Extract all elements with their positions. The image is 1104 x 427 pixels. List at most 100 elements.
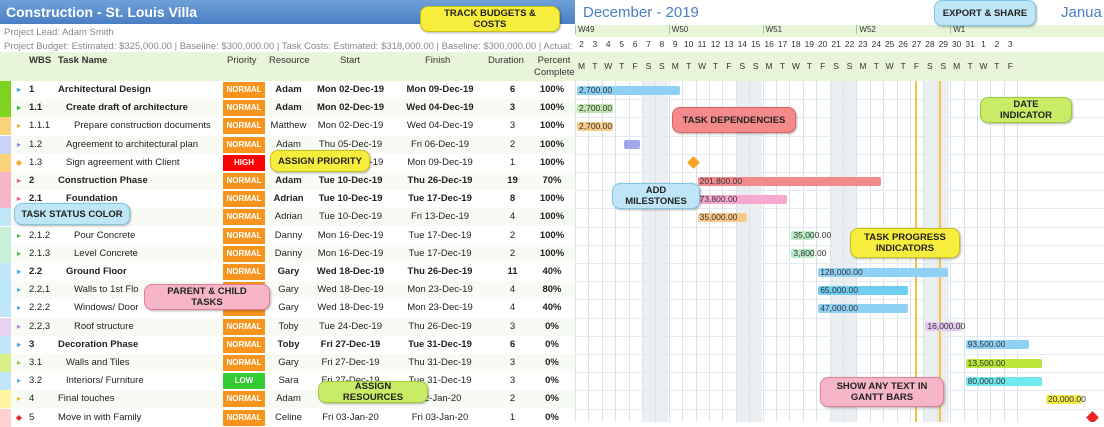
- task-row[interactable]: ▸ 3.1 Walls and Tiles NORMAL Gary Fri 27-Dec-…: [0, 354, 575, 372]
- task-row[interactable]: ▸ 2 Construction Phase NORMAL Adam Tue 10-Dec…: [0, 172, 575, 190]
- resource-cell[interactable]: Gary: [266, 263, 311, 281]
- priority-badge[interactable]: NORMAL: [223, 245, 265, 262]
- priority-badge[interactable]: NORMAL: [223, 82, 265, 98]
- start-date-cell[interactable]: Mon 16-Dec-19: [313, 245, 388, 263]
- start-date-cell[interactable]: Mon 02-Dec-19: [313, 81, 388, 99]
- start-date-cell[interactable]: Fri 27-Dec-19: [313, 336, 388, 354]
- percent-cell[interactable]: 0%: [530, 336, 574, 354]
- start-date-cell[interactable]: Wed 18-Dec-19: [313, 263, 388, 281]
- percent-cell[interactable]: 100%: [530, 208, 574, 226]
- percent-cell[interactable]: 100%: [530, 81, 574, 99]
- task-name-cell[interactable]: Move in with Family: [58, 409, 222, 427]
- task-name-cell[interactable]: Decoration Phase: [58, 336, 222, 354]
- resource-cell[interactable]: Sara: [266, 372, 311, 390]
- priority-badge[interactable]: NORMAL: [223, 391, 265, 408]
- start-date-cell[interactable]: Fri 27-Dec-19: [313, 354, 388, 372]
- duration-cell[interactable]: 19: [495, 172, 530, 190]
- finish-date-cell[interactable]: Mon 23-Dec-19: [395, 281, 485, 299]
- percent-cell[interactable]: 100%: [530, 245, 574, 263]
- resource-cell[interactable]: Danny: [266, 227, 311, 245]
- resource-cell[interactable]: Toby: [266, 318, 311, 336]
- task-name-cell[interactable]: Sign agreement with Client: [58, 154, 222, 172]
- task-row[interactable]: ▸ 1 Architectural Design NORMAL Adam Mon 02-D…: [0, 81, 575, 99]
- duration-cell[interactable]: 3: [495, 117, 530, 135]
- duration-cell[interactable]: 3: [495, 372, 530, 390]
- task-row[interactable]: ▸ 2.2 Ground Floor NORMAL Gary Wed 18-Dec-19 T…: [0, 263, 575, 281]
- task-row[interactable]: ▸2.2.1Walls to 1st FloNORMALGaryWed 18-D…: [0, 281, 575, 300]
- duration-cell[interactable]: 3: [495, 354, 530, 372]
- task-row[interactable]: ▸ 3 Decoration Phase NORMAL Toby Fri 27-Dec-1…: [0, 335, 575, 354]
- priority-badge[interactable]: LOW: [223, 373, 265, 390]
- resource-cell[interactable]: Gary: [266, 299, 311, 317]
- task-row[interactable]: ▸ 2.2.3 Roof structure NORMAL Toby Tue 24-Dec…: [0, 317, 575, 336]
- task-name-cell[interactable]: Interiors/ Furniture: [58, 372, 222, 390]
- task-name-cell[interactable]: Architectural Design: [58, 81, 222, 99]
- duration-cell[interactable]: 3: [495, 318, 530, 336]
- priority-badge[interactable]: NORMAL: [223, 191, 265, 208]
- resource-cell[interactable]: Matthew: [266, 117, 311, 135]
- duration-cell[interactable]: 6: [495, 81, 530, 99]
- percent-cell[interactable]: 100%: [530, 136, 574, 154]
- finish-date-cell[interactable]: Tue 17-Dec-19: [395, 190, 485, 208]
- expand-toggle-icon[interactable]: ▸: [14, 390, 24, 408]
- gantt-bar[interactable]: [623, 140, 640, 150]
- task-row[interactable]: ◆ 5 Move in with Family NORMAL Celine Fri 03-…: [0, 408, 575, 427]
- expand-toggle-icon[interactable]: ▸: [14, 245, 24, 263]
- expand-toggle-icon[interactable]: ▸: [14, 336, 24, 354]
- task-name-cell[interactable]: Prepare construction documents: [58, 117, 222, 135]
- expand-toggle-icon[interactable]: ▸: [14, 354, 24, 372]
- start-date-cell[interactable]: Mon 16-Dec-19: [313, 227, 388, 245]
- percent-cell[interactable]: 70%: [530, 172, 574, 190]
- duration-cell[interactable]: 4: [495, 208, 530, 226]
- start-date-cell[interactable]: Wed 18-Dec-19: [313, 281, 388, 299]
- resource-cell[interactable]: Adam: [266, 172, 311, 190]
- finish-date-cell[interactable]: Fri 13-Dec-19: [395, 208, 485, 226]
- resource-cell[interactable]: Adam: [266, 81, 311, 99]
- priority-badge[interactable]: NORMAL: [223, 355, 265, 371]
- task-name-cell[interactable]: Pour Concrete: [58, 227, 222, 245]
- col-duration[interactable]: Duration: [488, 55, 524, 66]
- task-name-cell[interactable]: Ground Floor: [58, 263, 222, 281]
- priority-badge[interactable]: NORMAL: [223, 118, 265, 135]
- duration-cell[interactable]: 2: [495, 136, 530, 154]
- percent-cell[interactable]: 0%: [530, 390, 574, 408]
- expand-toggle-icon[interactable]: ▸: [14, 81, 24, 99]
- col-resource[interactable]: Resource: [269, 55, 310, 66]
- finish-date-cell[interactable]: Thu 31-Dec-19: [395, 354, 485, 372]
- start-date-cell[interactable]: Tue 24-Dec-19: [313, 318, 388, 336]
- priority-badge[interactable]: NORMAL: [223, 336, 265, 353]
- col-start[interactable]: Start: [340, 55, 360, 66]
- finish-date-cell[interactable]: Thu 26-Dec-19: [395, 172, 485, 190]
- finish-date-cell[interactable]: Mon 09-Dec-19: [395, 154, 485, 172]
- expand-toggle-icon[interactable]: ▸: [14, 263, 24, 281]
- percent-cell[interactable]: 100%: [530, 99, 574, 117]
- percent-cell[interactable]: 0%: [530, 409, 574, 427]
- priority-badge[interactable]: NORMAL: [223, 409, 265, 426]
- task-name-cell[interactable]: Level Concrete: [58, 245, 222, 263]
- expand-toggle-icon[interactable]: ▸: [14, 318, 24, 336]
- task-name-cell[interactable]: Walls and Tiles: [58, 354, 222, 372]
- col-priority[interactable]: Priority: [227, 55, 257, 66]
- resource-cell[interactable]: Celine: [266, 409, 311, 427]
- finish-date-cell[interactable]: Fri 06-Dec-19: [395, 136, 485, 154]
- duration-cell[interactable]: 3: [495, 99, 530, 117]
- percent-cell[interactable]: 100%: [530, 117, 574, 135]
- percent-cell[interactable]: 0%: [530, 354, 574, 372]
- expand-toggle-icon[interactable]: ▸: [14, 172, 24, 190]
- priority-badge[interactable]: NORMAL: [223, 264, 265, 280]
- task-name-cell[interactable]: Create draft of architecture: [58, 99, 222, 117]
- task-row[interactable]: ▸ 2.1.2 Pour Concrete NORMAL Danny Mon 16-Dec…: [0, 226, 575, 245]
- expand-toggle-icon[interactable]: ▸: [14, 117, 24, 135]
- finish-date-cell[interactable]: Wed 04-Dec-19: [395, 99, 485, 117]
- start-date-cell[interactable]: Tue 10-Dec-19: [313, 208, 388, 226]
- finish-date-cell[interactable]: Thu 26-Dec-19: [395, 318, 485, 336]
- expand-toggle-icon[interactable]: ▸: [14, 299, 24, 317]
- percent-cell[interactable]: 100%: [530, 154, 574, 172]
- resource-cell[interactable]: Toby: [266, 336, 311, 354]
- milestone-diamond-icon[interactable]: [1086, 411, 1100, 422]
- task-row[interactable]: ▸ 2.1.3 Level Concrete NORMAL Danny Mon 16-De…: [0, 244, 575, 263]
- expand-toggle-icon[interactable]: ▸: [14, 227, 24, 245]
- col-wbs[interactable]: WBS: [29, 55, 51, 66]
- resource-cell[interactable]: Adam: [266, 390, 311, 408]
- priority-badge[interactable]: NORMAL: [223, 173, 265, 189]
